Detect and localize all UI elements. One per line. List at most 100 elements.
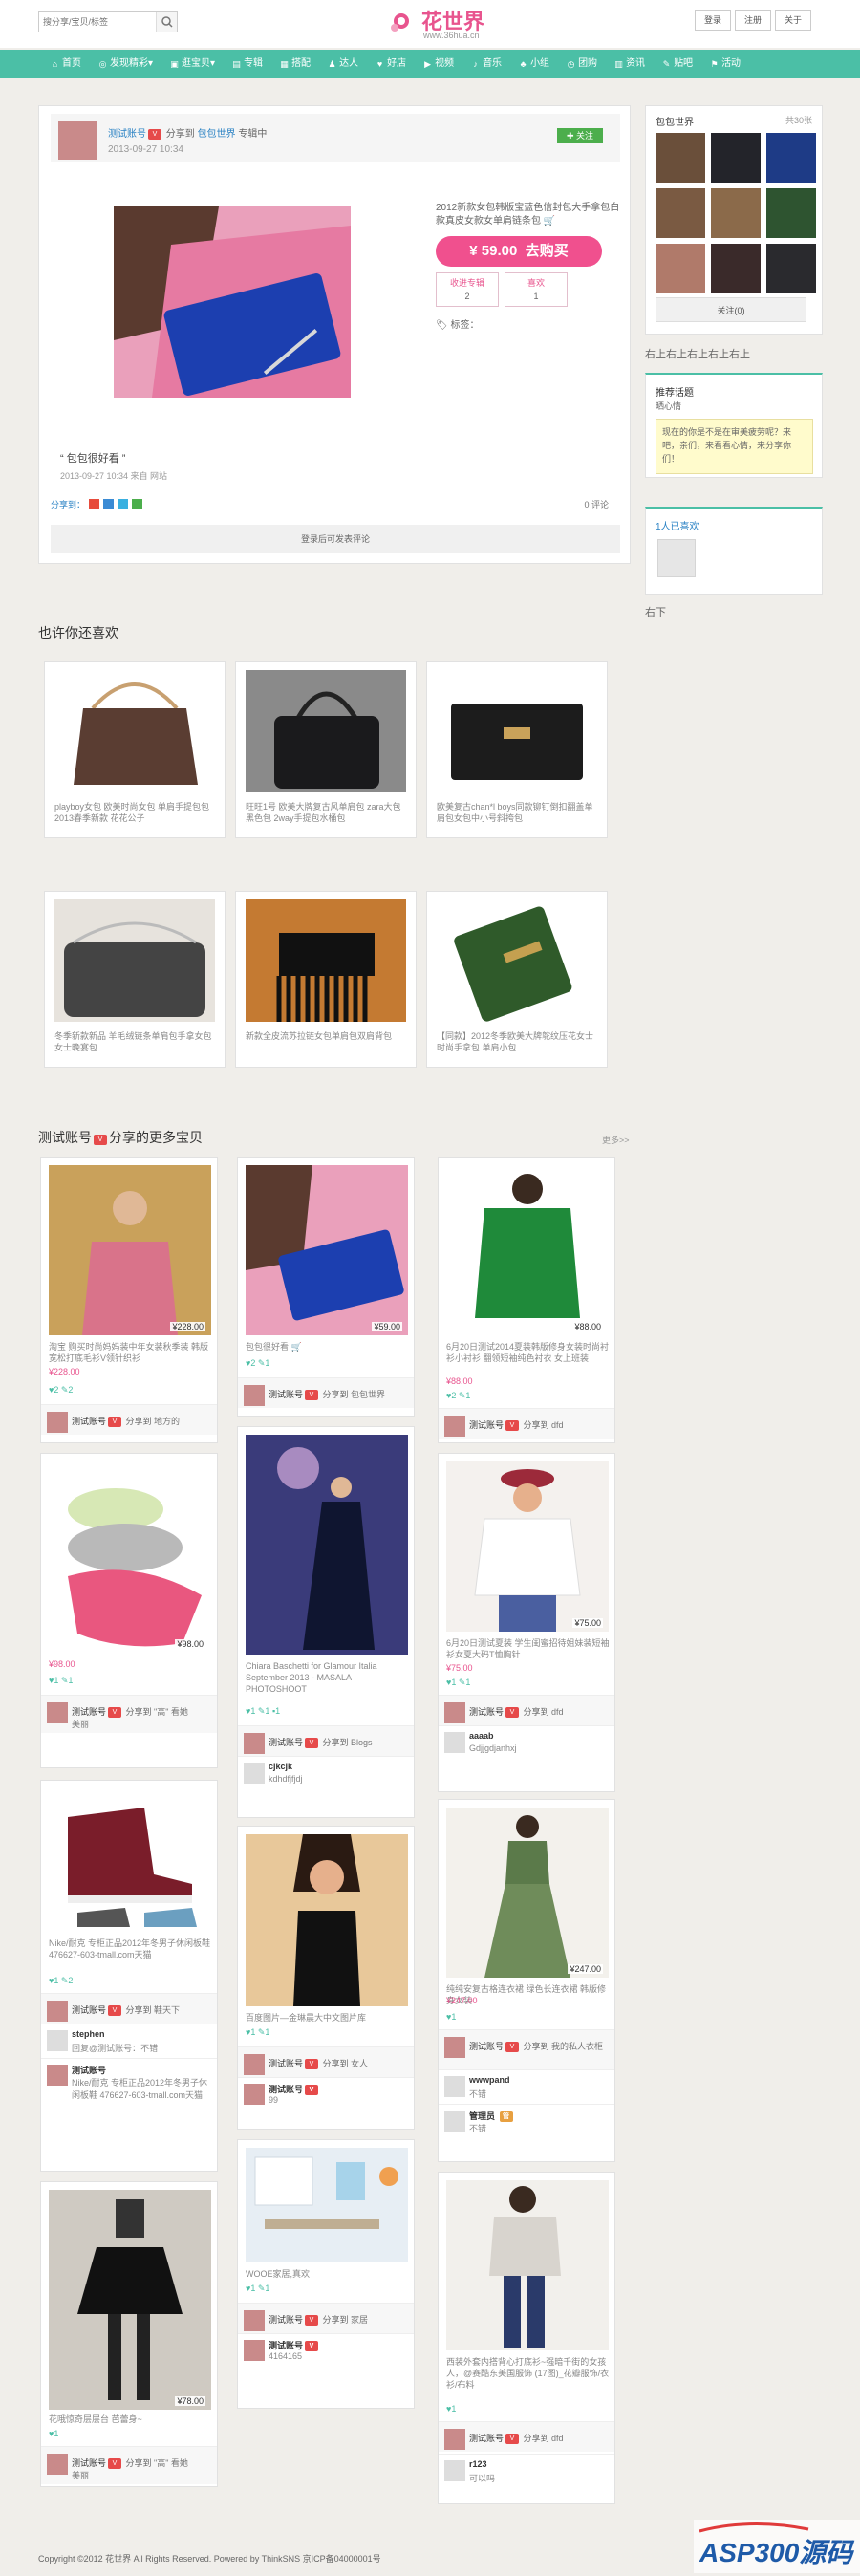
waterfall-card[interactable]: ¥247.00 纯纯安复古格连衣裙 绿色长连衣裙 韩版修身女装 ¥247.00 … (438, 1799, 615, 2162)
comment-count[interactable]: 0 评论 (584, 498, 609, 510)
search-box (38, 11, 178, 32)
related-photo (437, 899, 597, 1022)
follow-button[interactable]: ✚ 关注 (557, 128, 603, 143)
album-thumb[interactable] (766, 133, 816, 183)
nav-item-talent[interactable]: ♟ 达人 (319, 50, 367, 78)
nav-item-match[interactable]: ▦ 搭配 (271, 50, 319, 78)
nav-item-music[interactable]: ♪ 音乐 (462, 50, 510, 78)
product-photo (49, 1788, 211, 1932)
waterfall-card[interactable]: Chiara Baschetti for Glamour Italia Sept… (237, 1426, 415, 1818)
related-item[interactable]: 冬季新款新品 羊毛绒链条单肩包手拿女包 女士晚宴包 (44, 891, 226, 1068)
waterfall-card[interactable]: ¥88.00 6月20日测试2014夏装韩版修身女装时尚衬衫小衬衫 翻领短袖纯色… (438, 1157, 615, 1443)
product-photo (246, 1435, 408, 1655)
waterfall-card[interactable]: ¥98.00 ¥98.00 ♥1 ✎1 测试账号 V 分享到 "高" 看她 美丽 (40, 1453, 218, 1768)
product-image[interactable] (114, 206, 351, 398)
nav-item-store[interactable]: ♥ 好店 (367, 50, 415, 78)
nav-item-shop[interactable]: ▣ 逛宝贝 ▾ (161, 50, 224, 78)
album-thumb[interactable] (766, 244, 816, 293)
album-link[interactable]: 包包世界 (198, 129, 236, 140)
top-header: 花世界 www.36hua.cn 登录 注册 关于 (0, 0, 860, 48)
fashion-model-photo (246, 1435, 408, 1655)
product-photo: ¥78.00 (49, 2190, 211, 2410)
nav-item-home[interactable]: ⌂ 首页 (42, 50, 90, 78)
watermark-logo: ASP300源码 (694, 2520, 860, 2573)
related-item[interactable]: playboy女包 欧美时尚女包 单肩手提包包 2013春季新款 花花公子 (44, 661, 226, 838)
album-follow-button[interactable]: 关注(0) (656, 297, 806, 322)
login-to-comment[interactable]: 登录后可发表评论 (51, 525, 620, 553)
qzone-icon[interactable] (103, 499, 115, 509)
nav-item-tuan[interactable]: ◷ 团购 (558, 50, 606, 78)
collect-button[interactable]: 收进专辑 2 (436, 272, 499, 307)
post-date: 2013-09-27 10:34 (108, 144, 183, 155)
waterfall-card[interactable]: WOOE家居,真欢 ♥1 ✎1 测试账号 V 分享到 家居 测试账号 V 416416… (237, 2139, 415, 2409)
album-thumb[interactable] (656, 244, 705, 293)
buy-button[interactable]: ¥ 59.00 去购买 (436, 236, 602, 267)
nav-item-forum[interactable]: ✎ 贴吧 (654, 50, 701, 78)
waterfall-card[interactable]: 百度图片—金琳晨大中文图片库 ♥1 ✎1 测试账号 V 分享到 女人 测试账号 V 9… (237, 1826, 415, 2130)
author-name[interactable]: 测试账号 (108, 129, 146, 140)
tqq-icon[interactable] (118, 499, 129, 509)
waterfall-card[interactable]: ¥228.00 淘宝 购买时尚妈妈装中年女装秋季装 韩版宽松打底毛衫V领针织衫 … (40, 1157, 218, 1443)
comment-row: cjkcjk kdhdfjfjdj (238, 1756, 414, 1788)
waterfall-card[interactable]: Nike/耐克 专柜正品2012年冬男子休闲板鞋 476627-603-tmal… (40, 1780, 218, 2172)
related-item[interactable]: 【同款】2012冬季欧美大牌鸵纹压花女士时尚手拿包 单肩小包 (426, 891, 608, 1068)
main-nav: ⌂ 首页 ◎ 发现精彩 ▾ ▣ 逛宝贝 ▾ ▤ 专辑 ▦ 搭配 ♟ 达人 ♥ 好店 ▶ 视频 ♪ 音乐… (0, 50, 860, 78)
related-item[interactable]: 旺旺1号 欧美大牌复古风单肩包 zara大包黑色包 2way手提包水桶包 (235, 661, 417, 838)
register-link[interactable]: 注册 (735, 10, 772, 31)
waterfall-card[interactable]: ¥78.00 花哦惊奇层层台 芭蕾身~ ♥1 测试账号 V 分享到 "高" 看她美… (40, 2181, 218, 2487)
product-photo (246, 1834, 408, 2006)
about-link[interactable]: 关于 (775, 10, 812, 31)
topic-note[interactable]: 现在的你是不是在审美疲劳呢？来吧，亲们，来看看心情，来分享你们！ (656, 419, 813, 474)
more-link[interactable]: 更多>> (602, 1134, 630, 1146)
album-thumb[interactable] (656, 133, 705, 183)
comment-row: 测试账号 V 99 (238, 2077, 414, 2110)
douban-icon[interactable] (132, 499, 143, 509)
weibo-icon[interactable] (89, 499, 100, 509)
woman-pink-sweater-photo (49, 1165, 211, 1335)
product-info: 2012新款女包韩版宝蓝色信封包大手拿包白款真皮女款女单肩链条包 🛒 ¥ 59.… (436, 202, 627, 331)
product-photo: ¥98.00 (49, 1461, 211, 1653)
event-icon: ⚑ (710, 58, 719, 69)
nav-item-video[interactable]: ▶ 视频 (415, 50, 462, 78)
author-avatar[interactable] (58, 121, 97, 160)
nav-item-album[interactable]: ▤ 专辑 (224, 50, 271, 78)
album-thumb[interactable] (711, 188, 761, 238)
share-label: 分享到： (51, 500, 86, 509)
related-item[interactable]: 欧美复古chan*l boys同款铆钉倒扣翻盖单肩包女包中小号斜挎包 (426, 661, 608, 838)
comment-row: r123 可以吗 (439, 2454, 614, 2486)
share-bar: 分享到： (51, 498, 143, 510)
related-item[interactable]: 新款全皮流苏拉链女包单肩包双肩背包 (235, 891, 417, 1068)
album-sidebar: 共30张 包包世界 关注(0) (645, 105, 823, 335)
news-icon: ▥ (614, 58, 623, 69)
nav-item-event[interactable]: ⚑ 活动 (701, 50, 749, 78)
sidebar-bottom-text: 右下 (645, 607, 666, 618)
top-links: 登录 注册 关于 (691, 10, 812, 31)
comment-row: wwwpand 不错 (439, 2069, 614, 2102)
search-input[interactable] (39, 12, 154, 32)
product-photo: ¥247.00 (446, 1808, 609, 1978)
nav-item-group[interactable]: ♣ 小组 (510, 50, 558, 78)
topic-widget: 推荐话题 晒心情 现在的你是不是在审美疲劳呢？来吧，亲们，来看看心情，来分享你们… (645, 373, 823, 478)
waterfall-card[interactable]: 西装外套内搭背心打底衫~强暗千街的女孩人，@赛酷东美国服饰 (17图)_花瓣服饰… (438, 2172, 615, 2504)
avatar[interactable] (47, 1412, 68, 1433)
waterfall-card[interactable]: ¥59.00 包包很好看 🛒 ♥2 ✎1 测试账号 V 分享到 包包世界 (237, 1157, 415, 1417)
related-photo (54, 899, 215, 1022)
like-button[interactable]: 喜欢 1 (505, 272, 568, 307)
album-thumb[interactable] (656, 188, 705, 238)
waterfall-card[interactable]: ¥75.00 6月20日测试夏装 学生闺蜜招待姐妹装短袖衫女夏大码T恤胸针 ¥7… (438, 1453, 615, 1792)
site-logo[interactable]: 花世界 www.36hua.cn (387, 4, 502, 42)
liker-avatar[interactable] (657, 539, 696, 577)
search-button[interactable] (156, 12, 177, 32)
album-thumb[interactable] (766, 188, 816, 238)
post-info: 测试账号 V 分享到 包包世界 专辑中 (108, 125, 267, 140)
album-thumb[interactable] (711, 133, 761, 183)
green-blouse-photo (446, 1165, 609, 1335)
topic-user[interactable]: 晒心情 (656, 400, 681, 412)
nav-item-discover[interactable]: ◎ 发现精彩 ▾ (90, 50, 161, 78)
music-icon: ♪ (473, 58, 478, 69)
related-photo (246, 670, 406, 792)
login-link[interactable]: 登录 (695, 10, 732, 31)
comment-row: 管理员 管不错 (439, 2104, 614, 2136)
album-thumb[interactable] (711, 244, 761, 293)
nav-item-news[interactable]: ▥ 资讯 (606, 50, 654, 78)
